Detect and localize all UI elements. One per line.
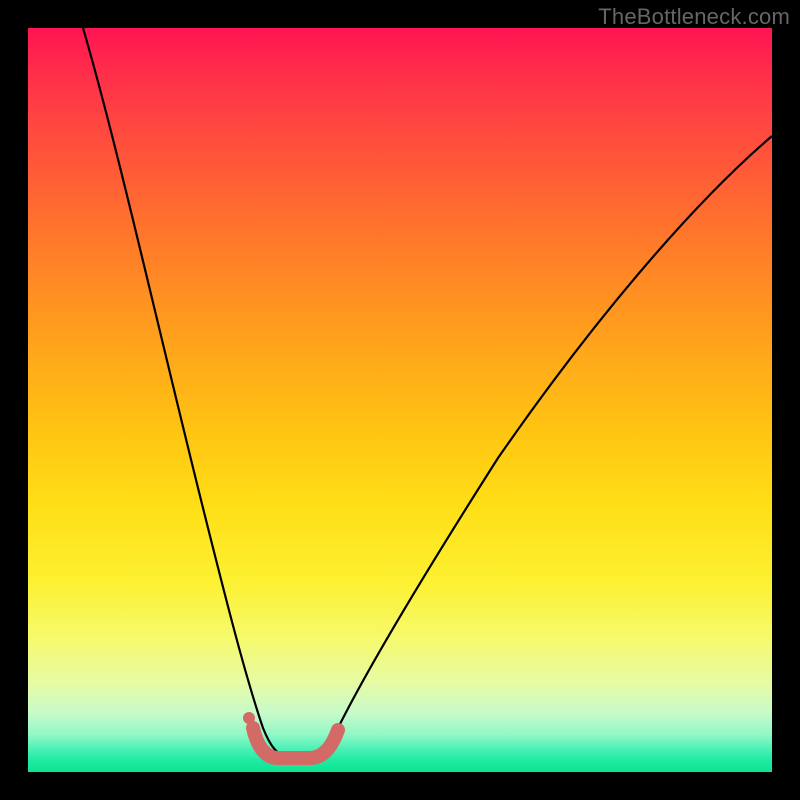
watermark-text: TheBottleneck.com <box>598 4 790 30</box>
bottleneck-curve <box>83 28 772 756</box>
chart-svg <box>28 28 772 772</box>
optimal-dot <box>243 712 255 724</box>
chart-frame: TheBottleneck.com <box>0 0 800 800</box>
plot-area <box>28 28 772 772</box>
